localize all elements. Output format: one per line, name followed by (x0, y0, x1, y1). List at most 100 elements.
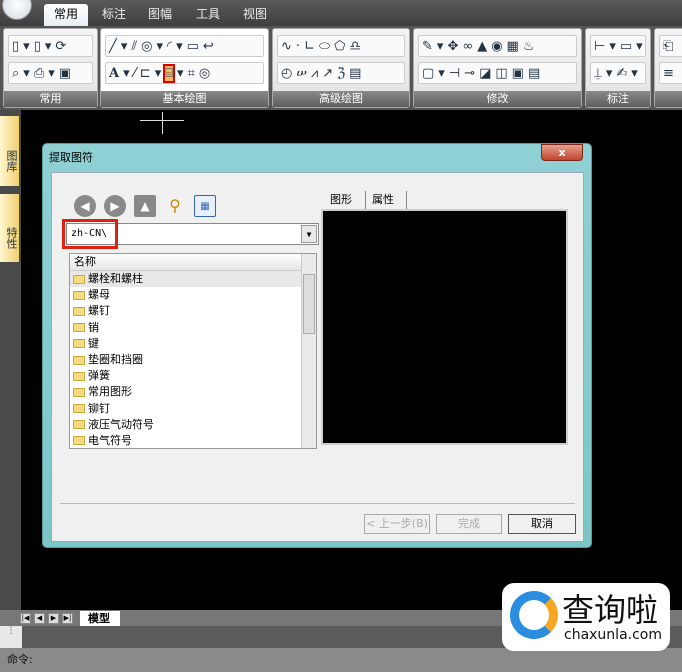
arrow-icon[interactable]: ↗ (322, 66, 333, 81)
arc-icon[interactable]: ◜ (167, 39, 172, 54)
copy-object-icon[interactable]: ∞ (462, 39, 473, 54)
curve-icon[interactable]: ℨ (337, 66, 345, 81)
command-line[interactable]: 命令: (0, 648, 682, 672)
refresh-icon[interactable]: ⟳ (55, 39, 66, 54)
list-item[interactable]: 液压气动符号 (70, 417, 316, 433)
list-item[interactable]: 螺栓和螺柱 (70, 271, 316, 288)
text-icon[interactable]: A (109, 66, 119, 81)
region-icon[interactable]: ◎ (199, 66, 210, 81)
wave-icon[interactable]: ሠ (296, 66, 307, 81)
tab-common[interactable]: 常用 (44, 4, 89, 26)
dimension-text-icon[interactable]: ▭ (620, 39, 632, 54)
paste-icon[interactable]: ▯ (34, 39, 41, 54)
dropdown-icon[interactable]: ▾ (48, 66, 55, 81)
dropdown-icon[interactable]: ▾ (609, 39, 616, 54)
list-item[interactable]: 销 (70, 320, 316, 336)
tab-frame[interactable]: 图幅 (138, 4, 182, 26)
erase-icon[interactable]: ✎ (422, 39, 433, 54)
table-icon[interactable]: ▤ (349, 66, 361, 81)
hatch-icon[interactable]: ⌗ (188, 66, 195, 81)
stretch-icon[interactable]: ◪ (479, 66, 491, 81)
coordinate-icon[interactable]: ⍊ (594, 66, 602, 81)
back-arrow-icon[interactable]: ◀ (74, 195, 96, 217)
parallel-line-icon[interactable]: ⫽ (131, 39, 137, 54)
up-folder-icon[interactable]: ▲ (134, 195, 156, 217)
dropdown-icon[interactable]: ▾ (636, 39, 643, 54)
document-icon[interactable]: ⎗ (663, 39, 673, 54)
zoom-icon[interactable]: ⌕ (12, 66, 19, 81)
line-icon[interactable]: ╱ (109, 39, 117, 54)
tab-graphic[interactable]: 图形 (324, 191, 358, 209)
column-header-name[interactable]: 名称 (70, 254, 316, 271)
lineweight-icon[interactable]: ≡ (663, 66, 674, 81)
dropdown-icon[interactable]: ▾ (123, 66, 130, 81)
chamfer-icon[interactable]: ▣ (512, 66, 524, 81)
next-tab-icon[interactable]: ▶ (48, 613, 59, 624)
dropdown-icon[interactable]: ▾ (23, 66, 30, 81)
view-mode-icon[interactable]: ▦ (194, 195, 216, 217)
cancel-button[interactable]: 取消 (508, 514, 576, 534)
polyline-icon[interactable]: ↩ (203, 39, 214, 54)
list-item[interactable]: 电气符号 (70, 433, 316, 448)
scale-icon[interactable]: ▢ (422, 66, 434, 81)
list-item[interactable]: 弹簧 (70, 368, 316, 384)
spline-icon[interactable]: ∿ (281, 39, 292, 54)
list-item[interactable]: 螺钉 (70, 303, 316, 319)
dropdown-icon[interactable]: ▾ (157, 39, 164, 54)
scrollbar-thumb[interactable] (303, 274, 315, 334)
side-tab-library[interactable]: 图库 (0, 116, 19, 186)
extract-symbol-icon[interactable]: ⌸ (163, 63, 175, 83)
tab-model[interactable]: 模型 (80, 611, 120, 626)
back-button[interactable]: < 上一步(B) (364, 514, 430, 534)
dropdown-icon[interactable]: ▾ (155, 66, 162, 81)
polygon-icon[interactable]: ⬠ (334, 39, 345, 54)
hole-icon[interactable]: ♎ (349, 39, 361, 54)
scrollbar[interactable] (301, 254, 316, 448)
edit-note-icon[interactable]: ✍ (616, 66, 627, 81)
list-item[interactable]: 螺母 (70, 287, 316, 303)
copy-icon[interactable]: ▯ (12, 39, 19, 54)
tab-attributes[interactable]: 属性 (365, 191, 407, 209)
close-button[interactable]: x (541, 144, 583, 161)
forward-arrow-icon[interactable]: ▶ (104, 195, 126, 217)
dropdown-icon[interactable]: ▾ (606, 66, 613, 81)
dropdown-icon[interactable]: ▾ (438, 66, 445, 81)
fillet-icon[interactable]: ◫ (495, 66, 507, 81)
array-icon[interactable]: ▦ (507, 39, 519, 54)
dropdown-icon[interactable]: ▾ (437, 39, 444, 54)
offset-icon[interactable]: ♨ (523, 39, 535, 54)
dropdown-icon[interactable]: ▾ (631, 66, 638, 81)
dropdown-icon[interactable]: ▾ (121, 39, 128, 54)
list-item[interactable]: 铆钉 (70, 401, 316, 417)
block-icon[interactable]: ⊏ (140, 66, 151, 81)
rotate-icon[interactable]: ◉ (491, 39, 502, 54)
mirror-icon[interactable]: ▲ (477, 39, 487, 54)
centerline-icon[interactable]: ⁄ (134, 66, 136, 81)
circle-icon[interactable]: ◎ (141, 39, 152, 54)
break-line-icon[interactable]: ⩘ (311, 66, 318, 81)
extend-icon[interactable]: ⊸ (464, 66, 475, 81)
dropdown-icon[interactable]: ▾ (177, 66, 184, 81)
list-item[interactable]: 常用图形 (70, 384, 316, 400)
grip-handle[interactable]: ⋮ (0, 626, 22, 648)
tab-dimension[interactable]: 标注 (92, 4, 136, 26)
rectangle-icon[interactable]: ▭ (187, 39, 199, 54)
explode-icon[interactable]: ▤ (528, 66, 540, 81)
dropdown-icon[interactable]: ▾ (45, 39, 52, 54)
tab-view[interactable]: 视图 (233, 4, 277, 26)
point-icon[interactable]: · (296, 39, 300, 54)
properties-icon[interactable]: ▣ (59, 66, 71, 81)
app-logo[interactable] (2, 0, 32, 20)
dimension-icon[interactable]: ⊢ (594, 39, 605, 54)
print-icon[interactable]: ⎙ (34, 66, 44, 81)
last-tab-icon[interactable]: ▶| (62, 613, 73, 624)
finish-button[interactable]: 完成 (436, 514, 502, 534)
search-icon[interactable]: ⚲ (164, 195, 186, 217)
move-icon[interactable]: ✥ (447, 39, 458, 54)
list-item[interactable]: 键 (70, 336, 316, 352)
first-tab-icon[interactable]: |◀ (20, 613, 31, 624)
chevron-down-icon[interactable]: ▼ (301, 225, 317, 243)
side-tab-properties[interactable]: 特性 (0, 194, 19, 262)
ellipse-icon[interactable]: ⬭ (319, 39, 330, 54)
dropdown-icon[interactable]: ▾ (23, 39, 30, 54)
